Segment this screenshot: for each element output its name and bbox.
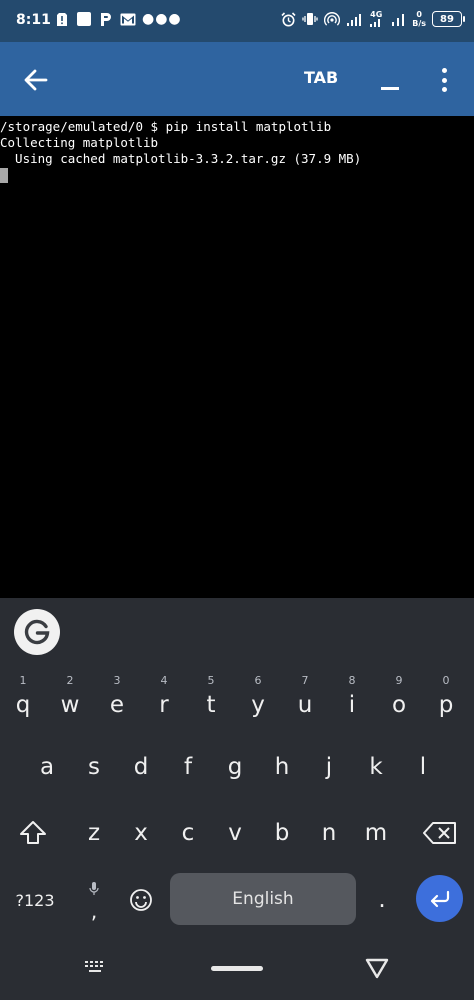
status-bar: 8:11 ●●● 4G 0 B/s 89 [0, 0, 474, 42]
netspeed-icon: 0 B/s [412, 10, 426, 28]
key-a[interactable]: a [27, 739, 67, 795]
space-key[interactable]: English [170, 873, 356, 925]
key-c[interactable]: c [168, 805, 208, 861]
microphone-icon [89, 882, 99, 895]
dot-icon [441, 87, 447, 92]
terminal-line: Collecting matplotlib [0, 135, 159, 150]
key-q[interactable]: 1q [3, 672, 43, 728]
shift-icon [20, 821, 46, 844]
soft-keyboard: 1q 2w 3e 4r 5t 6y 7u 8i 9o 0p a s d f g … [0, 598, 474, 936]
signal-4g-icon: 4G [368, 11, 384, 27]
key-t[interactable]: 5t [191, 672, 231, 728]
emoji-key[interactable] [121, 872, 161, 928]
key-s[interactable]: s [74, 739, 114, 795]
square-icon [76, 11, 92, 27]
terminal-cursor [0, 168, 8, 183]
minimize-button[interactable] [378, 64, 402, 96]
key-l[interactable]: l [403, 739, 443, 795]
key-x[interactable]: x [121, 805, 161, 861]
battery-level: 89 [440, 13, 454, 25]
signal-icon [390, 11, 406, 27]
terminal-line: /storage/emulated/0 $ pip install matplo… [0, 119, 332, 134]
app-bar: TAB [0, 42, 474, 116]
key-r[interactable]: 4r [144, 672, 184, 728]
terminal-line: Using cached matplotlib-3.3.2.tar.gz (37… [0, 151, 362, 166]
key-o[interactable]: 9o [379, 672, 419, 728]
key-e[interactable]: 3e [97, 672, 137, 728]
key-f[interactable]: f [168, 739, 208, 795]
terminal-output[interactable]: /storage/emulated/0 $ pip install matplo… [0, 116, 474, 598]
keyboard-toolbar [0, 598, 474, 664]
home-button[interactable] [211, 966, 263, 971]
triangle-down-icon [365, 958, 389, 979]
navigation-bar [0, 936, 474, 1000]
key-y[interactable]: 6y [238, 672, 278, 728]
key-m[interactable]: m [356, 805, 396, 861]
keyboard-switch-icon[interactable] [84, 960, 108, 976]
key-h[interactable]: h [262, 739, 302, 795]
key-i[interactable]: 8i [332, 672, 372, 728]
enter-icon [430, 890, 449, 907]
hotspot-icon [324, 11, 341, 27]
system-icons: 4G 0 B/s 89 [280, 10, 465, 28]
status-time: 8:11 [16, 12, 51, 28]
arrow-left-icon [24, 69, 48, 91]
key-z[interactable]: z [74, 805, 114, 861]
nav-back-button[interactable] [364, 956, 390, 980]
gmail-icon [120, 11, 136, 27]
enter-key[interactable] [416, 875, 463, 922]
key-v[interactable]: v [215, 805, 255, 861]
paytm-p-icon [98, 11, 114, 27]
alarm-icon [280, 11, 296, 27]
tab-button[interactable]: TAB [304, 68, 338, 87]
backspace-icon [423, 822, 456, 844]
net-speed-unit: B/s [412, 19, 426, 28]
sim-alert-icon [54, 11, 70, 27]
google-g-icon[interactable] [14, 609, 60, 655]
vibrate-icon [302, 11, 318, 27]
key-j[interactable]: j [309, 739, 349, 795]
symbols-key[interactable]: ?123 [7, 872, 63, 928]
backspace-key[interactable] [420, 805, 460, 861]
dot-icon [441, 68, 447, 73]
shift-key[interactable] [13, 805, 53, 861]
notification-icons: ●●● [54, 11, 182, 27]
emoji-icon [130, 889, 152, 911]
battery-icon: 89 [432, 11, 465, 27]
key-p[interactable]: 0p [426, 672, 466, 728]
key-k[interactable]: k [356, 739, 396, 795]
key-d[interactable]: d [121, 739, 161, 795]
key-u[interactable]: 7u [285, 672, 325, 728]
more-options-button[interactable] [434, 66, 454, 94]
period-key[interactable]: . [362, 872, 402, 928]
key-w[interactable]: 2w [50, 672, 90, 728]
key-g[interactable]: g [215, 739, 255, 795]
more-dots-icon: ●●● [142, 11, 182, 27]
dot-icon [441, 77, 447, 83]
signal-icon [346, 11, 362, 27]
key-n[interactable]: n [309, 805, 349, 861]
back-button[interactable] [20, 64, 52, 96]
key-b[interactable]: b [262, 805, 302, 861]
space-label: English [232, 889, 294, 909]
comma-key[interactable]: , [74, 872, 114, 928]
net-speed-value: 0 [416, 10, 422, 19]
